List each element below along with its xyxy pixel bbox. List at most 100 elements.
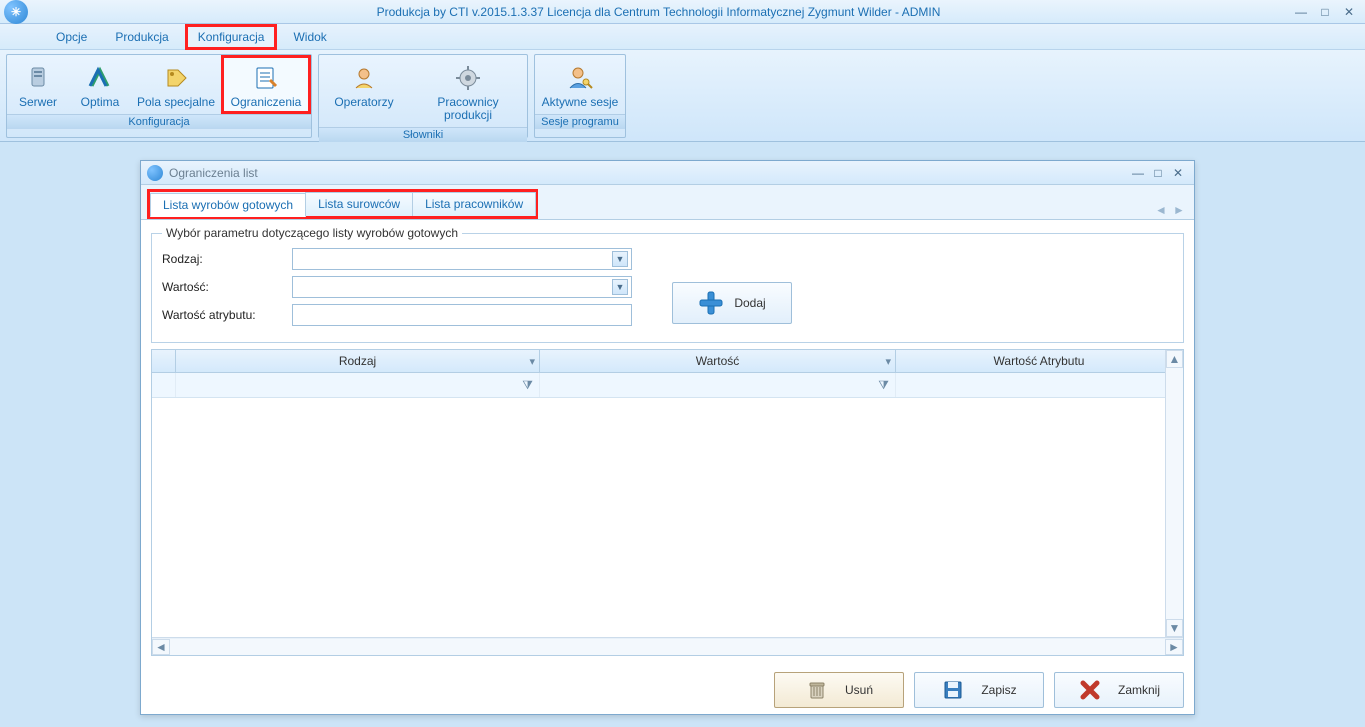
zapisz-button-label: Zapisz — [981, 683, 1016, 697]
wartosc-atrybutu-label: Wartość atrybutu: — [162, 308, 292, 322]
zamknij-button-label: Zamknij — [1118, 683, 1160, 697]
subwindow-minimize-button[interactable]: — — [1128, 165, 1148, 181]
subwindow-maximize-button[interactable]: □ — [1148, 165, 1168, 181]
app-title: Produkcja by CTI v.2015.1.3.37 Licencja … — [28, 5, 1289, 19]
tag-icon — [160, 62, 192, 94]
wartosc-atrybutu-input[interactable] — [292, 304, 632, 326]
subwindow-titlebar: Ograniczenia list — □ ✕ — [141, 161, 1194, 185]
rodzaj-combo[interactable]: ▼ — [292, 248, 632, 270]
ribbon-ograniczenia-label: Ograniczenia — [231, 96, 302, 109]
close-icon — [1078, 678, 1102, 702]
grid-filter-row: ⧩ ⧩ — [152, 373, 1183, 398]
grid-filter-wartosc-atrybutu[interactable] — [896, 373, 1183, 397]
grid-header-rodzaj-label: Rodzaj — [339, 354, 376, 368]
grid-vertical-scrollbar[interactable]: ▲ ▼ — [1165, 350, 1183, 637]
ribbon-group-sesje: Aktywne sesje Sesje programu — [534, 54, 626, 138]
ribbon-serwer-label: Serwer — [19, 96, 57, 109]
chevron-down-icon[interactable]: ▼ — [612, 279, 628, 295]
ribbon-group-konfiguracja: Serwer Optima Pola specjalne Ograniczeni… — [6, 54, 312, 138]
operator-icon — [348, 62, 380, 94]
grid-filter-selector[interactable] — [152, 373, 176, 397]
funnel-icon: ⧩ — [878, 378, 889, 393]
zapisz-button[interactable]: Zapisz — [914, 672, 1044, 708]
ribbon-pola-specjalne-label: Pola specjalne — [137, 96, 215, 109]
grid-header-wartosc-atrybutu-label: Wartość Atrybutu — [994, 354, 1085, 368]
menu-konfiguracja[interactable]: Konfiguracja — [185, 24, 278, 50]
wartosc-combo[interactable]: ▼ — [292, 276, 632, 298]
dodaj-button-label: Dodaj — [734, 296, 765, 310]
plus-icon — [698, 290, 724, 316]
grid-header-wartosc-atrybutu[interactable]: Wartość Atrybutu — [896, 350, 1183, 372]
subwindow-title: Ograniczenia list — [169, 166, 1128, 180]
grid-header-rodzaj[interactable]: Rodzaj ▾ — [176, 350, 540, 372]
close-button[interactable]: ✕ — [1337, 3, 1361, 21]
grid-header-wartosc[interactable]: Wartość ▾ — [540, 350, 896, 372]
trash-icon — [805, 678, 829, 702]
server-icon — [22, 62, 54, 94]
tabs-nav-left-icon[interactable]: ◄ — [1152, 201, 1170, 219]
grid-body[interactable] — [152, 398, 1183, 637]
gear-icon — [452, 62, 484, 94]
scroll-up-icon[interactable]: ▲ — [1166, 350, 1183, 368]
menu-opcje[interactable]: Opcje — [44, 25, 99, 49]
ribbon-pola-specjalne[interactable]: Pola specjalne — [131, 55, 221, 114]
grid-horizontal-scrollbar[interactable]: ◄ ► — [152, 637, 1183, 655]
work-area: Ograniczenia list — □ ✕ Lista wyrobów go… — [0, 142, 1365, 727]
ribbon-operatorzy-label: Operatorzy — [334, 96, 393, 109]
ribbon: Serwer Optima Pola specjalne Ograniczeni… — [0, 50, 1365, 142]
scroll-h-track[interactable] — [170, 639, 1165, 655]
menu-produkcja[interactable]: Produkcja — [103, 25, 180, 49]
list-edit-icon — [250, 62, 282, 94]
subwindow-close-button[interactable]: ✕ — [1168, 165, 1188, 181]
scroll-right-icon[interactable]: ► — [1165, 639, 1183, 655]
grid: Rodzaj ▾ Wartość ▾ Wartość Atrybutu ⧩ ⧩ — [151, 349, 1184, 656]
tab-lista-wyrobow-gotowych[interactable]: Lista wyrobów gotowych — [150, 193, 306, 217]
app-titlebar: ✳ Produkcja by CTI v.2015.1.3.37 Licencj… — [0, 0, 1365, 24]
wartosc-label: Wartość: — [162, 280, 292, 294]
menu-widok[interactable]: Widok — [281, 25, 338, 49]
grid-header: Rodzaj ▾ Wartość ▾ Wartość Atrybutu — [152, 350, 1183, 373]
ribbon-aktywne-sesje-label: Aktywne sesje — [542, 96, 619, 109]
params-fieldset: Wybór parametru dotyczącego listy wyrobó… — [151, 226, 1184, 343]
ribbon-group-sesje-label: Sesje programu — [535, 114, 625, 129]
funnel-icon[interactable]: ▾ — [885, 355, 891, 368]
funnel-icon: ⧩ — [522, 378, 533, 393]
subwindow-ograniczenia-list: Ograniczenia list — □ ✕ Lista wyrobów go… — [140, 160, 1195, 715]
scroll-down-icon[interactable]: ▼ — [1166, 619, 1183, 637]
ribbon-group-konfiguracja-label: Konfiguracja — [7, 114, 311, 129]
ribbon-pracownicy-label: Pracownicy produkcji — [414, 96, 522, 122]
ribbon-serwer[interactable]: Serwer — [7, 55, 69, 114]
dodaj-button[interactable]: Dodaj — [672, 282, 792, 324]
scroll-v-track[interactable] — [1166, 368, 1183, 619]
tabs-nav-right-icon[interactable]: ► — [1170, 201, 1188, 219]
tab-lista-surowcow[interactable]: Lista surowców — [305, 192, 413, 216]
subwindow-content: Wybór parametru dotyczącego listy wyrobó… — [141, 220, 1194, 666]
user-key-icon — [564, 62, 596, 94]
usun-button[interactable]: Usuń — [774, 672, 904, 708]
grid-filter-rodzaj[interactable]: ⧩ — [176, 373, 540, 397]
ribbon-optima-label: Optima — [81, 96, 120, 109]
ribbon-aktywne-sesje[interactable]: Aktywne sesje — [535, 55, 625, 114]
save-icon — [941, 678, 965, 702]
ribbon-operatorzy[interactable]: Operatorzy — [319, 55, 409, 127]
rodzaj-label: Rodzaj: — [162, 252, 292, 266]
maximize-button[interactable]: □ — [1313, 3, 1337, 21]
zamknij-button[interactable]: Zamknij — [1054, 672, 1184, 708]
funnel-icon[interactable]: ▾ — [529, 355, 535, 368]
scroll-left-icon[interactable]: ◄ — [152, 639, 170, 655]
ribbon-group-slowniki-label: Słowniki — [319, 127, 527, 142]
tabs-row: Lista wyrobów gotowych Lista surowców Li… — [141, 185, 1194, 220]
ribbon-optima[interactable]: Optima — [69, 55, 131, 114]
tabs-highlight-box: Lista wyrobów gotowych Lista surowców Li… — [147, 189, 538, 219]
ribbon-ograniczenia[interactable]: Ograniczenia — [221, 55, 311, 114]
app-logo-icon: ✳ — [4, 0, 28, 24]
ribbon-pracownicy-produkcji[interactable]: Pracownicy produkcji — [409, 55, 527, 127]
ribbon-group-slowniki: Operatorzy Pracownicy produkcji Słowniki — [318, 54, 528, 138]
grid-filter-wartosc[interactable]: ⧩ — [540, 373, 896, 397]
chevron-down-icon[interactable]: ▼ — [612, 251, 628, 267]
subwindow-bottom-bar: Usuń Zapisz Zamknij — [141, 666, 1194, 714]
tab-lista-pracownikow[interactable]: Lista pracowników — [412, 192, 536, 216]
grid-header-wartosc-label: Wartość — [696, 354, 740, 368]
minimize-button[interactable]: — — [1289, 3, 1313, 21]
grid-header-selector[interactable] — [152, 350, 176, 372]
